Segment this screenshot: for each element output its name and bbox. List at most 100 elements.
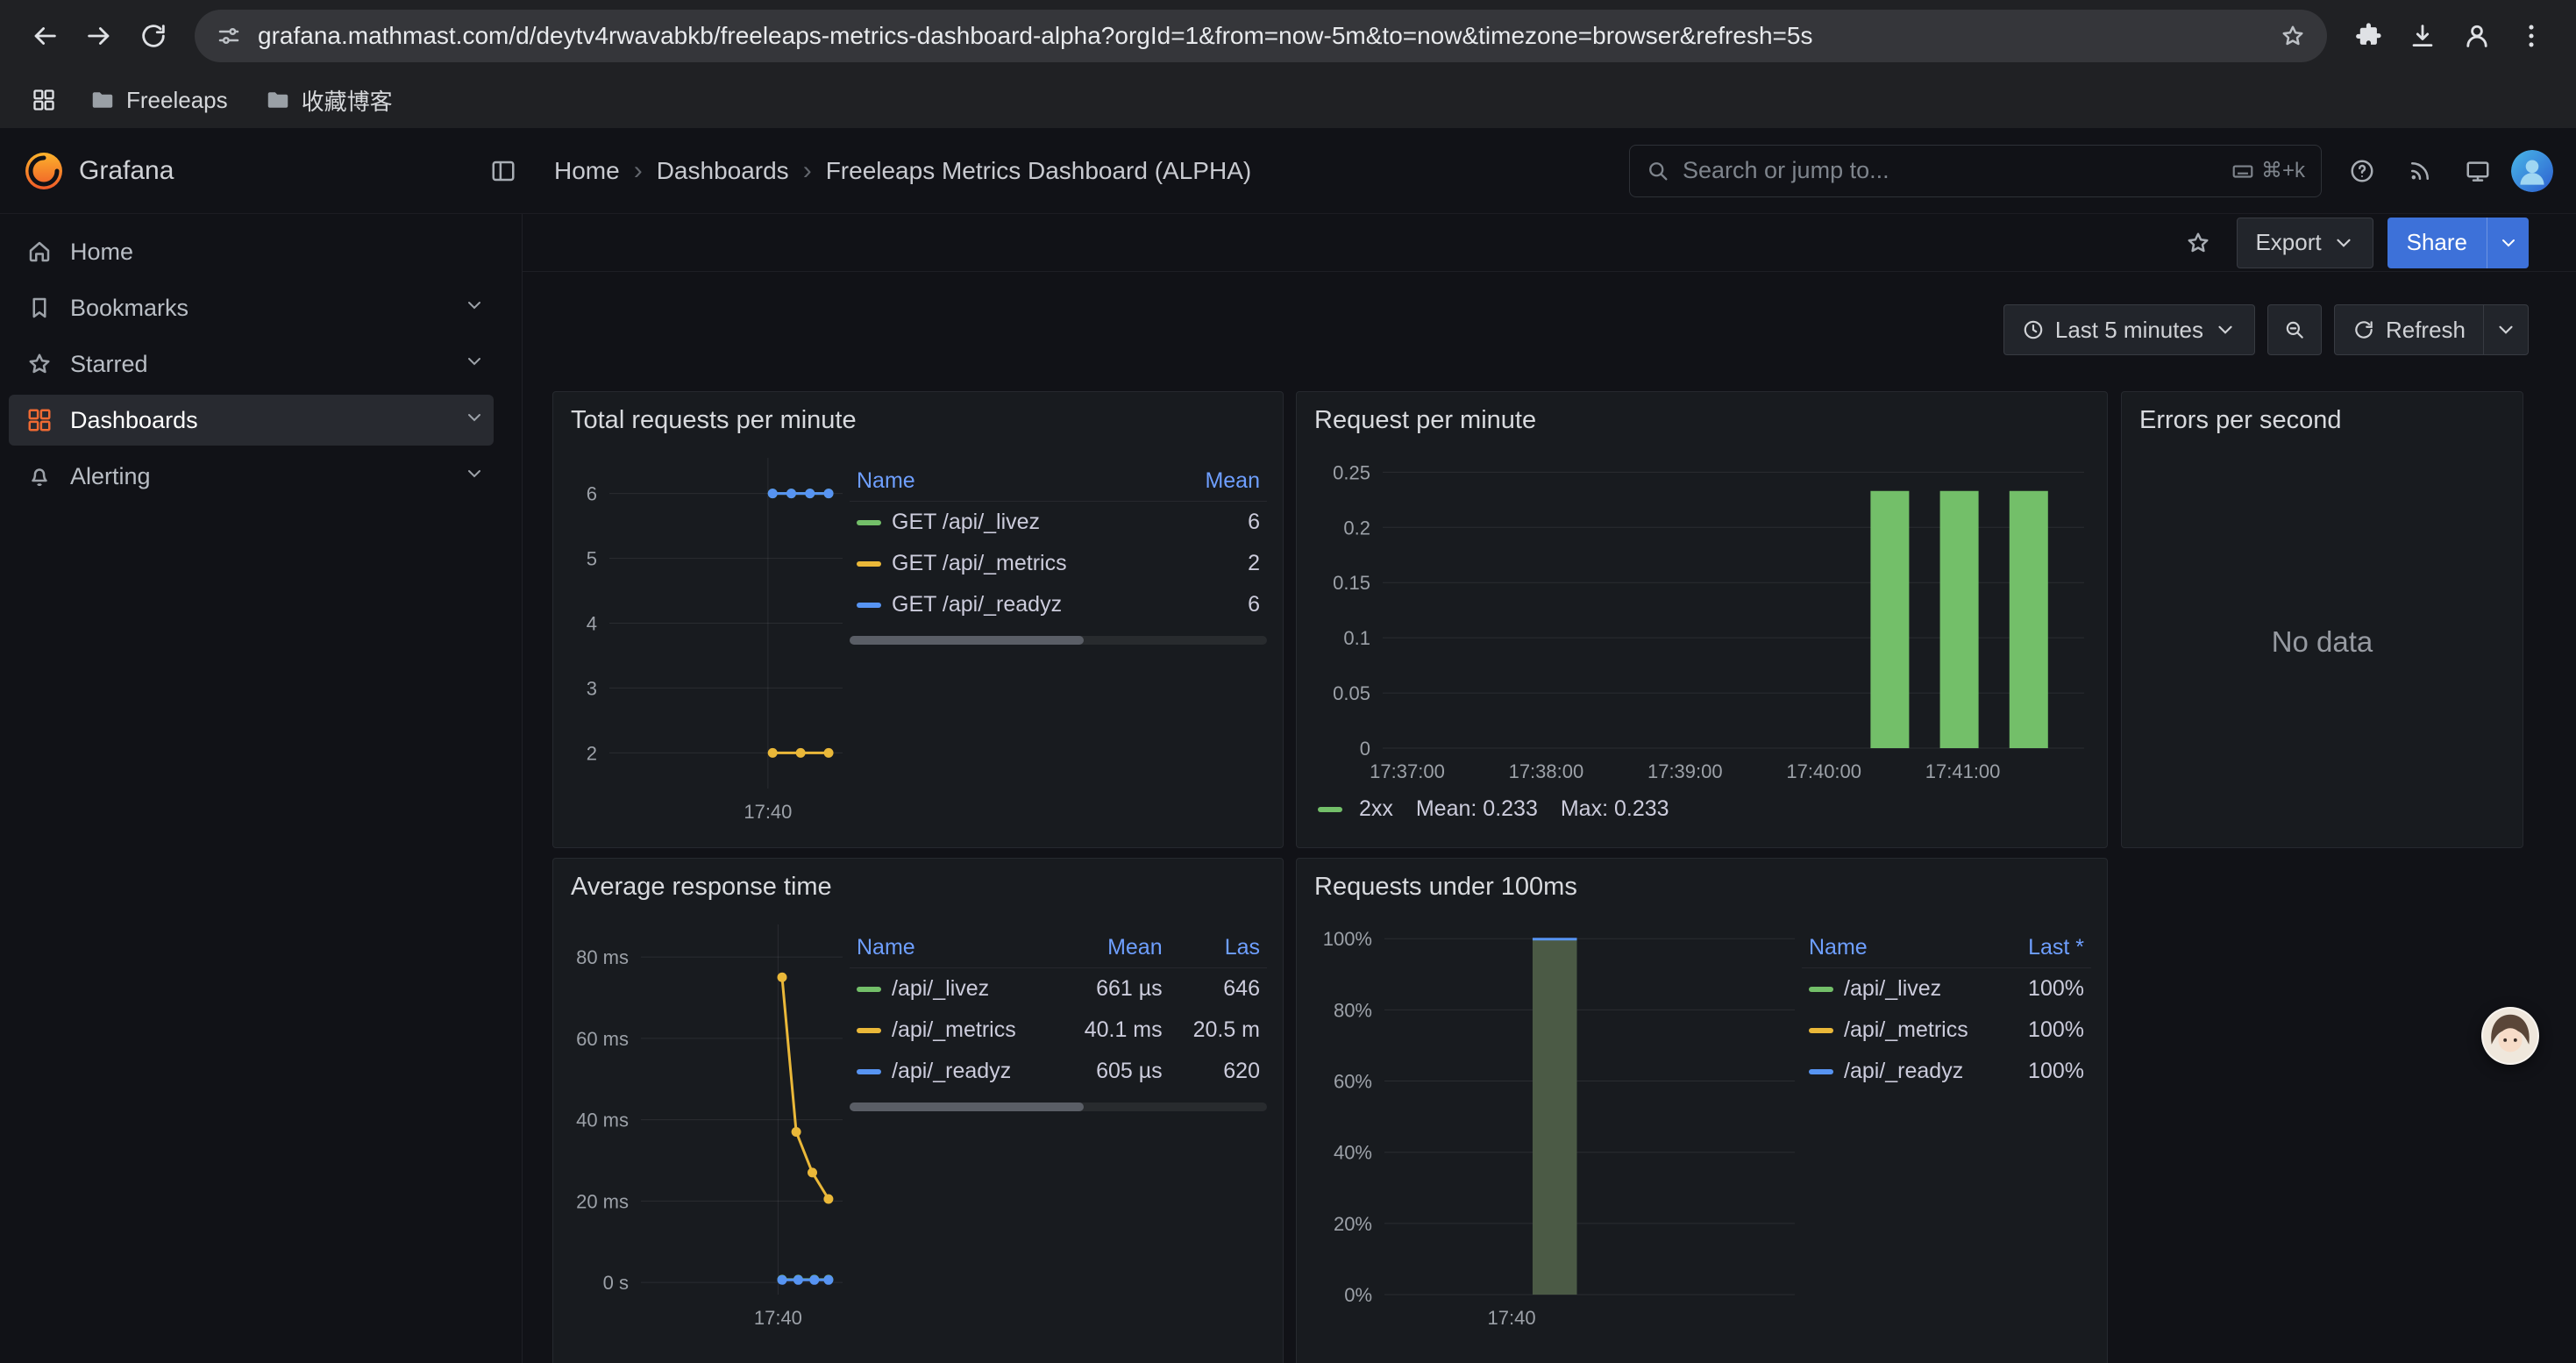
legend-row[interactable]: /api/_metrics100% <box>1802 1010 2091 1051</box>
chart-canvas[interactable]: 80 ms60 ms40 ms20 ms0 s17:40 <box>560 912 850 1333</box>
legend-row[interactable]: GET /api/_readyz6 <box>850 584 1267 625</box>
downloads-button[interactable] <box>2395 9 2450 63</box>
chart-svg: 80 ms60 ms40 ms20 ms0 s17:40 <box>560 912 850 1333</box>
legend-row[interactable]: /api/_readyz100% <box>1802 1051 2091 1092</box>
sidebar-item-dashboards[interactable]: Dashboards <box>9 395 494 446</box>
breadcrumb-current: Freeleaps Metrics Dashboard (ALPHA) <box>826 157 1252 185</box>
share-menu-button[interactable] <box>2487 218 2529 268</box>
legend-row[interactable]: GET /api/_livez6 <box>850 502 1267 544</box>
chart-canvas[interactable]: 0.250.20.150.10.05017:37:0017:38:0017:39… <box>1304 446 2091 791</box>
grafana-logo-icon[interactable] <box>23 150 65 192</box>
extensions-button[interactable] <box>2341 9 2395 63</box>
sidebar-item-starred[interactable]: Starred <box>9 339 494 389</box>
legend-header[interactable]: Mean <box>1169 461 1267 502</box>
legend-header[interactable]: Name <box>850 461 1169 502</box>
legend-table-container[interactable]: NameMeanLas/api/_livez661 µs646/api/_met… <box>850 928 1267 1092</box>
keyboard-icon <box>2231 160 2254 182</box>
breadcrumb-home[interactable]: Home <box>554 157 620 185</box>
panel-title[interactable]: Request per minute <box>1297 392 2107 442</box>
legend-header[interactable]: Name <box>1802 928 2008 968</box>
legend-row[interactable]: GET /api/_metrics2 <box>850 543 1267 584</box>
svg-text:60%: 60% <box>1334 1071 1372 1093</box>
legend-row[interactable]: /api/_readyz605 µs620 <box>850 1051 1267 1092</box>
help-button[interactable] <box>2338 146 2387 196</box>
bookmark-folder-blogs[interactable]: 收藏博客 <box>253 79 405 122</box>
svg-text:17:40:00: 17:40:00 <box>1786 760 1861 782</box>
back-button[interactable] <box>18 9 72 63</box>
sidebar-item-label: Bookmarks <box>70 295 189 322</box>
news-button[interactable] <box>2395 146 2444 196</box>
browser-menu-button[interactable] <box>2504 9 2558 63</box>
legend-header[interactable]: Mean <box>1058 928 1169 968</box>
search-input[interactable] <box>1683 157 2219 184</box>
panel-title[interactable]: Total requests per minute <box>553 392 1283 442</box>
display-button[interactable] <box>2453 146 2502 196</box>
sidebar-item-bookmarks[interactable]: Bookmarks <box>9 282 494 333</box>
sidebar-item-alerting[interactable]: Alerting <box>9 451 494 502</box>
avatar-image <box>2483 1009 2537 1063</box>
bookmark-star-icon[interactable] <box>2280 23 2306 49</box>
chart-canvas[interactable]: 100%80%60%40%20%0%17:40 <box>1304 912 1802 1333</box>
search-shortcut: ⌘+k <box>2231 158 2305 183</box>
sidebar-toggle-button[interactable] <box>479 146 528 196</box>
forward-button[interactable] <box>72 9 126 63</box>
chart-canvas[interactable]: 6543217:40 <box>560 446 850 827</box>
legend-scrollbar[interactable] <box>850 636 1267 645</box>
url-bar[interactable] <box>195 10 2327 62</box>
legend-header[interactable]: Las <box>1170 928 1267 968</box>
chart-svg: 6543217:40 <box>560 446 850 827</box>
legend-row[interactable]: /api/_livez661 µs646 <box>850 968 1267 1010</box>
legend-swatch <box>857 603 881 608</box>
sidebar-toggle-icon <box>490 158 516 184</box>
legend-row[interactable]: /api/_metrics40.1 ms20.5 m <box>850 1010 1267 1051</box>
chevron-down-icon[interactable] <box>464 407 485 434</box>
svg-text:0%: 0% <box>1344 1284 1372 1306</box>
apps-grid-button[interactable] <box>23 79 65 121</box>
time-range-button[interactable]: Last 5 minutes <box>2003 304 2255 355</box>
zoom-out-button[interactable] <box>2267 304 2322 355</box>
panel-errors-per-second: Errors per second No data <box>2121 391 2523 848</box>
chevron-down-icon[interactable] <box>464 463 485 490</box>
panel-title[interactable]: Average response time <box>553 859 1283 909</box>
chart-svg: 100%80%60%40%20%0%17:40 <box>1304 912 1802 1333</box>
sidebar-item-label: Home <box>70 239 133 266</box>
breadcrumb-dashboards[interactable]: Dashboards <box>657 157 789 185</box>
legend-header[interactable]: Last * <box>2008 928 2091 968</box>
legend-table: NameMeanLas/api/_livez661 µs646/api/_met… <box>850 928 1267 1092</box>
url-input[interactable] <box>258 22 2264 50</box>
legend-table-container[interactable]: NameLast */api/_livez100%/api/_metrics10… <box>1802 928 2091 1092</box>
legend-series-label[interactable]: 2xx <box>1359 796 1393 821</box>
legend-swatch <box>857 561 881 567</box>
grafana-header: Grafana Home › Dashboards › Freeleaps Me… <box>0 128 2576 214</box>
legend-swatch <box>1809 1028 1833 1033</box>
search-box[interactable]: ⌘+k <box>1629 145 2322 197</box>
panel-title[interactable]: Errors per second <box>2122 392 2523 442</box>
assistant-avatar[interactable] <box>2481 1007 2539 1065</box>
breadcrumb: Home › Dashboards › Freeleaps Metrics Da… <box>554 156 1251 186</box>
scrollbar-thumb[interactable] <box>850 636 1084 645</box>
panel-title[interactable]: Requests under 100ms <box>1297 859 2107 909</box>
sidebar-item-home[interactable]: Home <box>9 226 494 277</box>
user-avatar[interactable] <box>2511 150 2553 192</box>
chevron-down-icon[interactable] <box>464 351 485 378</box>
export-button[interactable]: Export <box>2237 218 2373 268</box>
sidebar-item-label: Starred <box>70 351 148 378</box>
refresh-interval-button[interactable] <box>2483 304 2529 355</box>
legend-scrollbar[interactable] <box>850 1103 1267 1111</box>
favorite-button[interactable] <box>2174 218 2223 268</box>
share-button[interactable]: Share <box>2387 218 2487 268</box>
sidebar-item-label: Dashboards <box>70 407 198 434</box>
legend-table-container[interactable]: NameMeanGET /api/_livez6GET /api/_metric… <box>850 461 1267 625</box>
legend-row[interactable]: /api/_livez100% <box>1802 968 2091 1010</box>
chevron-down-icon[interactable] <box>464 295 485 322</box>
site-info-icon[interactable] <box>216 23 242 49</box>
legend-table: NameMeanGET /api/_livez6GET /api/_metric… <box>850 461 1267 625</box>
refresh-button[interactable]: Refresh <box>2334 304 2484 355</box>
legend-header[interactable]: Name <box>850 928 1058 968</box>
scrollbar-thumb[interactable] <box>850 1103 1084 1111</box>
reload-button[interactable] <box>126 9 181 63</box>
panel-total-requests: Total requests per minute 6543217:40 Nam… <box>552 391 1284 848</box>
svg-text:5: 5 <box>587 548 597 570</box>
bookmark-folder-freeleaps[interactable]: Freeleaps <box>77 82 240 119</box>
profile-button[interactable] <box>2450 9 2504 63</box>
